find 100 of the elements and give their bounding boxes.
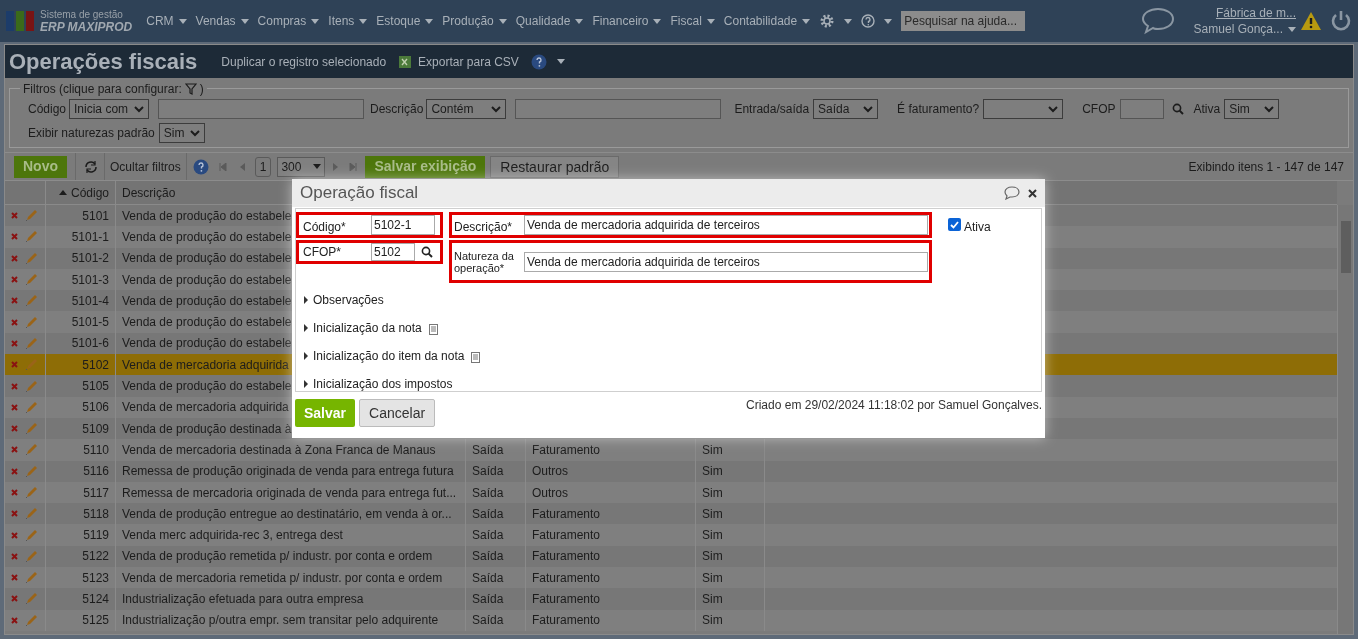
select-field[interactable]: Sim: [1224, 99, 1280, 119]
active-checkbox[interactable]: Ativa: [948, 218, 991, 234]
menu-item[interactable]: Produção: [442, 12, 507, 30]
menu-item[interactable]: CRM: [146, 12, 187, 30]
duplicate-link[interactable]: Duplicar o registro selecionado: [221, 52, 387, 71]
delete-icon[interactable]: [11, 552, 18, 560]
warning-icon[interactable]: [1300, 11, 1322, 31]
menu-item[interactable]: Compras: [257, 12, 320, 30]
delete-icon[interactable]: [11, 233, 18, 241]
previous-page-icon[interactable]: [238, 162, 245, 171]
code-field[interactable]: 5102-1: [371, 215, 435, 235]
pencil-icon[interactable]: [25, 422, 38, 436]
table-row[interactable]: 5124 Industrialização efetuada para outra empresa Saída Faturamento Sim: [5, 588, 1337, 610]
pencil-icon[interactable]: [25, 400, 38, 414]
pencil-icon[interactable]: [25, 230, 38, 244]
pencil-icon[interactable]: [25, 549, 38, 563]
document-icon[interactable]: [471, 352, 481, 363]
help-search-field[interactable]: Pesquisar na ajuda...: [901, 11, 1026, 31]
next-page-icon[interactable]: [333, 162, 340, 171]
cancel-button[interactable]: Cancelar: [359, 399, 436, 427]
table-row[interactable]: 5123 Venda de mercadoria remetida p/ industr. por conta e ordem Saída Faturamento Sim: [5, 567, 1337, 589]
export-link[interactable]: Exportar para CSV: [418, 52, 519, 71]
power-icon[interactable]: [1330, 10, 1352, 32]
delete-icon[interactable]: [11, 574, 18, 582]
select-field[interactable]: Saída: [813, 99, 879, 119]
last-page-icon[interactable]: [349, 162, 358, 171]
pencil-icon[interactable]: [25, 464, 38, 478]
pencil-icon[interactable]: [25, 528, 38, 542]
menu-item[interactable]: Estoque: [376, 12, 434, 30]
page-number[interactable]: 1: [254, 156, 272, 177]
first-page-icon[interactable]: [218, 162, 227, 171]
table-row[interactable]: 5125 Industrialização p/outra empr. sem transitar pelo adquirente Saída Faturamento Sim: [5, 609, 1337, 631]
delete-icon[interactable]: [11, 276, 18, 284]
delete-icon[interactable]: [11, 446, 18, 454]
pencil-icon[interactable]: [25, 613, 38, 627]
select-field[interactable]: Contém: [426, 99, 507, 119]
user-menu[interactable]: Samuel Gonça...: [1193, 21, 1296, 37]
menu-item[interactable]: Contabilidade: [723, 12, 811, 30]
select-field[interactable]: Inicia com: [69, 99, 150, 119]
delete-icon[interactable]: [11, 297, 18, 305]
table-row[interactable]: 5110 Venda de mercadoria destinada à Zona Franca de Manaus Saída Faturamento Sim: [5, 439, 1337, 461]
table-row[interactable]: 5122 Venda de produção remetida p/ industr. por conta e ordem Saída Faturamento Sim: [5, 545, 1337, 568]
pencil-icon[interactable]: [25, 507, 38, 521]
table-row[interactable]: 5118 Venda de produção entregue ao destinatário, em venda à or... Saída Faturamento Sim: [5, 503, 1337, 525]
pencil-icon[interactable]: [25, 315, 38, 329]
refresh-icon[interactable]: [84, 160, 98, 173]
nature-field[interactable]: Venda de mercadoria adquirida de terceiros: [524, 251, 928, 272]
delete-icon[interactable]: [11, 467, 18, 475]
pencil-icon[interactable]: [25, 443, 38, 457]
pencil-icon[interactable]: [25, 294, 38, 308]
search-icon[interactable]: [421, 246, 433, 258]
new-button[interactable]: Novo: [14, 155, 67, 178]
menu-item[interactable]: Financeiro: [592, 12, 662, 30]
pencil-icon[interactable]: [25, 273, 38, 287]
close-icon[interactable]: [1028, 188, 1037, 198]
save-view-button[interactable]: Salvar exibição: [365, 155, 486, 178]
delete-icon[interactable]: [11, 361, 18, 369]
scrollbar[interactable]: [1337, 205, 1353, 634]
expand-arrow-icon[interactable]: [304, 380, 308, 388]
pencil-icon[interactable]: [25, 592, 38, 606]
text-field[interactable]: [515, 99, 722, 119]
help-icon[interactable]: [530, 53, 547, 70]
menu-item[interactable]: Vendas: [195, 12, 249, 30]
funnel-icon[interactable]: [184, 83, 197, 95]
delete-icon[interactable]: [11, 212, 18, 220]
select-field[interactable]: [983, 99, 1064, 119]
table-row[interactable]: 5117 Remessa de mercadoria originada de venda para entrega fut... Saída Outros Sim: [5, 481, 1337, 504]
text-field[interactable]: [158, 99, 365, 119]
restore-default-button[interactable]: Restaurar padrão: [490, 155, 620, 178]
menu-item[interactable]: Itens: [328, 12, 368, 30]
menu-item[interactable]: Fiscal: [670, 12, 715, 30]
delete-icon[interactable]: [11, 339, 18, 347]
hide-filters-link[interactable]: Ocultar filtros: [110, 157, 181, 176]
save-button[interactable]: Salvar: [295, 399, 356, 427]
expand-arrow-icon[interactable]: [304, 352, 308, 360]
company-link[interactable]: Fábrica de m...: [1215, 5, 1296, 21]
chat-bubble-icon[interactable]: [1139, 6, 1176, 36]
help-icon[interactable]: [861, 14, 876, 28]
pencil-icon[interactable]: [25, 571, 38, 585]
page-size-select[interactable]: 300: [277, 156, 326, 177]
chat-bubble-icon[interactable]: [1004, 186, 1020, 200]
help-icon[interactable]: [192, 158, 209, 175]
column-header[interactable]: Código: [45, 181, 115, 204]
expand-arrow-icon[interactable]: [304, 296, 308, 304]
filters-legend[interactable]: Filtros (clique para configurar:: [23, 80, 182, 98]
pencil-icon[interactable]: [25, 209, 38, 223]
document-icon[interactable]: [428, 324, 438, 335]
pencil-icon[interactable]: [25, 486, 38, 499]
pencil-icon[interactable]: [25, 336, 38, 350]
settings-icon[interactable]: [819, 13, 836, 29]
delete-icon[interactable]: [11, 318, 18, 326]
delete-icon[interactable]: [11, 403, 18, 411]
table-row[interactable]: 5119 Venda merc adquirida-rec 3, entrega dest Saída Faturamento Sim: [5, 524, 1337, 546]
text-field[interactable]: [1119, 99, 1164, 119]
select-field[interactable]: Sim: [158, 123, 205, 143]
delete-icon[interactable]: [11, 489, 18, 496]
delete-icon[interactable]: [11, 425, 18, 433]
delete-icon[interactable]: [11, 616, 18, 624]
section-toggle[interactable]: Inicialização dos impostos: [313, 375, 453, 393]
expand-arrow-icon[interactable]: [304, 324, 308, 332]
